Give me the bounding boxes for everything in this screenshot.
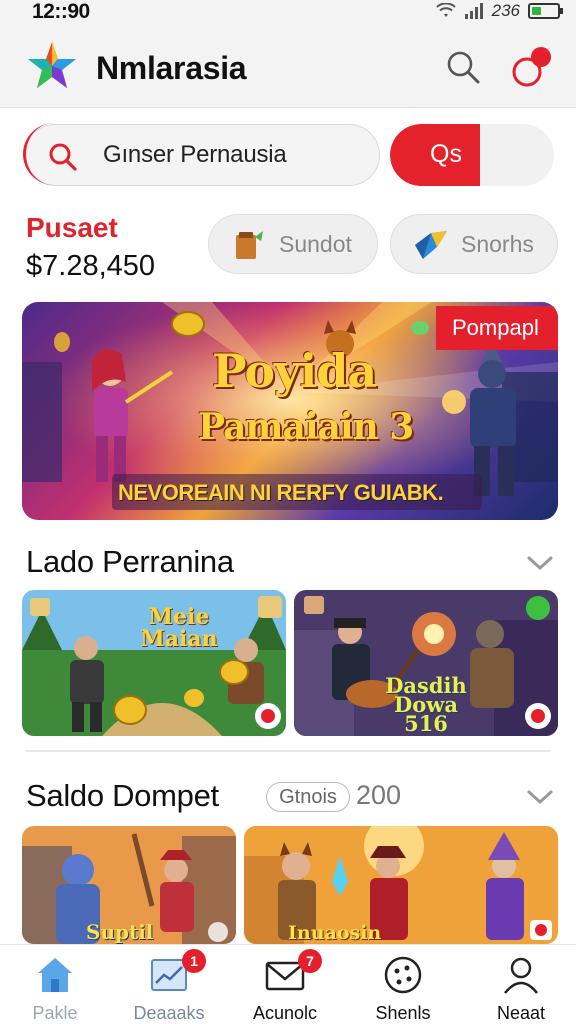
bottom-nav: Pakle 1 Deaaaks 7 Acunolc Shenls Neaat [0,944,576,1024]
cellular-icon [464,3,483,19]
home-icon [38,958,72,992]
user-icon [504,957,538,994]
search-input-value[interactable]: Gınser Pernausia [103,141,287,169]
search-button-label: Qs [430,140,462,168]
shop-button[interactable]: Snorhs [390,214,558,274]
nav-item-stats[interactable]: 1 Deaaaks [114,945,224,1024]
section-title-wallet: Saldo Dompet [26,778,219,813]
section-title-latest: Lado Perranina [26,544,234,579]
signal-text: 236 [491,1,520,20]
nav-item-profile[interactable]: Neaat [466,945,576,1024]
nav-label: Shenls [375,1003,431,1023]
banner-title-line2: Pamaiain 3 [198,406,414,448]
section-divider [26,750,550,752]
wallet-icon [236,231,263,259]
nav-label: Deaaaks [133,1003,205,1023]
game-card[interactable]: Suptil [22,826,236,944]
wifi-icon [435,3,456,17]
nav-label: Neaat [496,1003,546,1023]
banner-subtitle: NEVOREAIN NI RERFY GUIABK. [118,480,444,505]
game-card[interactable]: Dasdih Dowa 516 [294,590,558,736]
notification-icon[interactable] [508,46,552,90]
search-icon[interactable] [444,48,482,86]
diamond-icon [415,231,447,259]
deposit-button[interactable]: Sundot [208,214,378,274]
cookie-icon [384,956,422,994]
balance-label: Pusaet [26,212,118,243]
banner-badge: Pompapl [436,306,558,350]
nav-item-mail[interactable]: 7 Acunolc [230,945,340,1024]
game-card-title: Dasdih Dowa 516 [385,673,467,736]
game-card-title: Inuaosin [288,922,382,944]
nav-label: Acunolc [252,1003,318,1023]
section-filter-pill[interactable]: Gtnois [266,782,350,812]
search-button[interactable]: Qs [390,124,554,186]
chevron-down-icon[interactable] [526,552,554,572]
nav-badge: 1 [182,949,206,973]
status-icons: 236 [435,1,563,21]
search-field-icon [49,143,77,171]
status-bar: 12::90 236 [0,0,576,24]
section-count: 200 [356,780,402,810]
nav-item-home[interactable]: Pakle [0,945,110,1024]
deposit-label: Sundot [279,231,352,257]
battery-icon [528,3,563,19]
banner-title-line1: Poyida [212,344,377,398]
promo-banner[interactable]: Pompapl Poyida Pamaiain 3 NEVOREAIN NI R… [22,302,558,520]
nav-item-social[interactable]: Shenls [348,945,458,1024]
balance-value: $7.28,450 [26,250,156,282]
nav-label: Pakle [32,1003,78,1023]
search-field[interactable]: Gınser Pernausia [23,123,380,186]
app-logo [28,42,76,88]
status-time: 12::90 [32,0,90,23]
game-card[interactable]: Inuaosin [244,826,558,944]
chevron-down-icon[interactable] [526,786,554,806]
game-card[interactable]: Meie Maian [22,590,286,736]
game-card-title: Meie Maian [140,604,218,652]
game-card-title: Suptil [86,920,154,944]
app-header: Nmlarasia [0,24,576,108]
shop-label: Snorhs [461,231,534,257]
nav-badge: 7 [298,949,322,973]
app-title: Nmlarasia [96,50,247,86]
